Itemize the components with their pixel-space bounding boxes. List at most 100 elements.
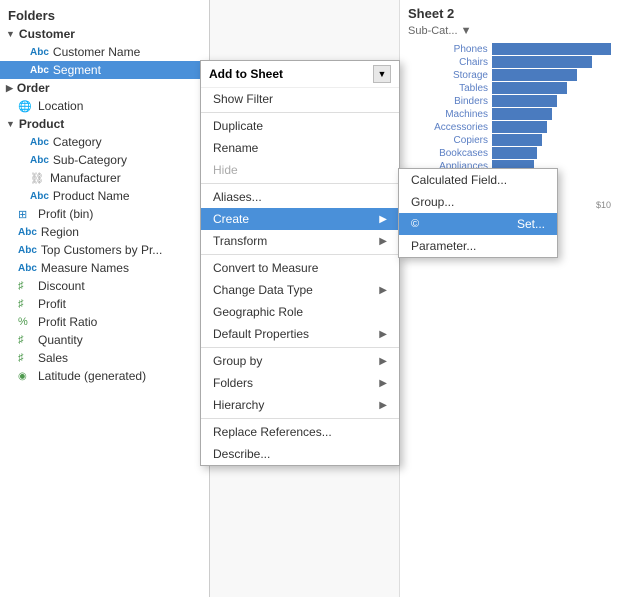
left-panel: Folders ▼ Customer Abc Customer Name Abc…	[0, 0, 210, 597]
bar-machines: Machines	[408, 108, 611, 120]
item-label: Profit (bin)	[38, 207, 93, 221]
item-location[interactable]: 🌐 Location	[0, 97, 209, 115]
menu-hide: Hide	[201, 159, 399, 181]
separator	[201, 183, 399, 184]
submenu-arrow-icon: ▶	[379, 329, 387, 340]
menu-duplicate[interactable]: Duplicate	[201, 115, 399, 137]
item-segment[interactable]: Abc Segment	[0, 61, 209, 79]
menu-transform[interactable]: Transform ▶	[201, 230, 399, 252]
menu-replace-references[interactable]: Replace References...	[201, 421, 399, 443]
menu-item-label: Convert to Measure	[213, 261, 318, 275]
item-profit-ratio[interactable]: % Profit Ratio	[0, 313, 209, 331]
bar-accessories: Accessories	[408, 121, 611, 133]
item-label: Latitude (generated)	[38, 369, 146, 383]
item-label: Top Customers by Pr...	[41, 243, 162, 257]
item-label: Location	[38, 99, 83, 113]
bar-tables: Tables	[408, 82, 611, 94]
folder-customer[interactable]: ▼ Customer	[0, 25, 209, 43]
item-customer-name[interactable]: Abc Customer Name	[0, 43, 209, 61]
item-label: Quantity	[38, 333, 83, 347]
abc-icon: Abc	[30, 155, 49, 166]
menu-aliases[interactable]: Aliases...	[201, 186, 399, 208]
abc-icon: Abc	[30, 191, 49, 202]
menu-item-label: Duplicate	[213, 119, 263, 133]
separator	[201, 112, 399, 113]
item-product-name[interactable]: Abc Product Name	[0, 187, 209, 205]
menu-hierarchy[interactable]: Hierarchy ▶	[201, 394, 399, 416]
triangle-icon: ▶	[6, 83, 13, 94]
abc-icon: Abc	[30, 137, 49, 148]
submenu-arrow-icon: ▶	[379, 285, 387, 296]
submenu-arrow-icon: ▶	[379, 236, 387, 247]
submenu-arrow-icon: ▶	[379, 400, 387, 411]
submenu-calculated-field[interactable]: Calculated Field...	[399, 169, 557, 191]
menu-show-filter[interactable]: Show Filter	[201, 88, 399, 110]
item-label: Region	[41, 225, 79, 239]
submenu-arrow-icon: ▶	[379, 378, 387, 389]
menu-item-label: Geographic Role	[213, 305, 303, 319]
item-top-customers[interactable]: Abc Top Customers by Pr...	[0, 241, 209, 259]
folder-order[interactable]: ▶ Order	[0, 79, 209, 97]
menu-default-properties[interactable]: Default Properties ▶	[201, 323, 399, 345]
item-label: Discount	[38, 279, 85, 293]
submenu-item-label: Parameter...	[411, 239, 476, 253]
item-manufacturer[interactable]: ⛓ Manufacturer	[0, 169, 209, 187]
item-quantity[interactable]: ♯ Quantity	[0, 331, 209, 349]
item-region[interactable]: Abc Region	[0, 223, 209, 241]
item-category[interactable]: Abc Category	[0, 133, 209, 151]
menu-create[interactable]: Create ▶	[201, 208, 399, 230]
chain-icon: ⛓	[30, 172, 46, 185]
menu-add-to-sheet[interactable]: Add to Sheet ▼	[201, 61, 399, 88]
submenu-item-label: Set...	[517, 217, 545, 231]
submenu-group[interactable]: Group...	[399, 191, 557, 213]
bar-label: Accessories	[408, 122, 488, 133]
item-discount[interactable]: ♯ Discount	[0, 277, 209, 295]
menu-convert-to-measure[interactable]: Convert to Measure	[201, 257, 399, 279]
bar-label: Copiers	[408, 135, 488, 146]
create-submenu: Calculated Field... Group... © Set... Pa…	[398, 168, 558, 258]
bar-binders: Binders	[408, 95, 611, 107]
submenu-parameter[interactable]: Parameter...	[399, 235, 557, 257]
item-measure-names[interactable]: Abc Measure Names	[0, 259, 209, 277]
measure-icon: ♯	[18, 298, 34, 310]
menu-item-label: Hierarchy	[213, 398, 264, 412]
submenu-set[interactable]: © Set...	[399, 213, 557, 235]
bar-label: Bookcases	[408, 148, 488, 159]
context-menu: Add to Sheet ▼ Show Filter Duplicate Ren…	[200, 60, 400, 466]
measure-icon: ♯	[18, 280, 34, 292]
menu-describe[interactable]: Describe...	[201, 443, 399, 465]
bar-fill	[492, 108, 552, 120]
abc-icon: Abc	[18, 263, 37, 274]
bar-storage: Storage	[408, 69, 611, 81]
bar-fill	[492, 121, 547, 133]
menu-group-by[interactable]: Group by ▶	[201, 350, 399, 372]
sheet-area: Sheet 2 Sub-Cat... ▼ Phones Chairs Stora…	[399, 0, 619, 597]
folder-product[interactable]: ▼ Product	[0, 115, 209, 133]
item-label: Measure Names	[41, 261, 129, 275]
separator	[201, 347, 399, 348]
menu-item-label: Replace References...	[213, 425, 332, 439]
item-latitude[interactable]: ◉ Latitude (generated)	[0, 367, 209, 385]
menu-rename[interactable]: Rename	[201, 137, 399, 159]
measure-icon: ♯	[18, 334, 34, 346]
item-label: Profit Ratio	[38, 315, 97, 329]
bar-label: Tables	[408, 83, 488, 94]
submenu-arrow-icon: ▶	[379, 214, 387, 225]
bar-fill	[492, 134, 542, 146]
menu-item-label: Default Properties	[213, 327, 309, 341]
bar-phones: Phones	[408, 43, 611, 55]
item-profit[interactable]: ♯ Profit	[0, 295, 209, 313]
menu-change-data-type[interactable]: Change Data Type ▶	[201, 279, 399, 301]
menu-geographic-role[interactable]: Geographic Role	[201, 301, 399, 323]
item-label: Segment	[53, 63, 101, 77]
item-profit-bin[interactable]: ⊞ Profit (bin)	[0, 205, 209, 223]
bar-fill	[492, 56, 592, 68]
item-label: Category	[53, 135, 102, 149]
item-sales[interactable]: ♯ Sales	[0, 349, 209, 367]
add-to-sheet-dropdown[interactable]: ▼	[373, 65, 391, 83]
menu-item-label: Transform	[213, 234, 267, 248]
menu-item-label: Folders	[213, 376, 253, 390]
item-sub-category[interactable]: Abc Sub-Category	[0, 151, 209, 169]
menu-folders[interactable]: Folders ▶	[201, 372, 399, 394]
measure-icon: ♯	[18, 352, 34, 364]
